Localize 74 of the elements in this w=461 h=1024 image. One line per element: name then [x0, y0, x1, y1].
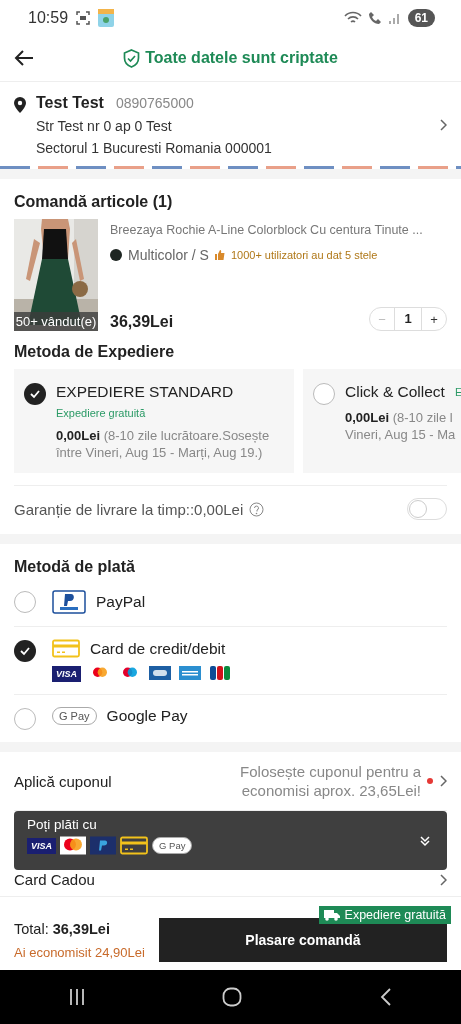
- checkmark-icon: [19, 645, 31, 657]
- recipient-name: Test Test: [36, 94, 104, 112]
- shipping-option[interactable]: EXPEDIERE STANDARD Expediere gratuită 0,00Lei (8-10 zile lucrătoare.Sosește între Vineri, Aug 15 - Marți, Aug 19.): [14, 369, 294, 473]
- screenshot-icon: [76, 10, 91, 25]
- chevron-right-icon: [439, 775, 447, 787]
- sold-count-badge: 50+ vândut(e): [14, 312, 98, 331]
- shipping-name: Click & Collect: [345, 383, 445, 401]
- shipping-tag: Expediere gratuită: [56, 407, 270, 419]
- back-arrow-icon[interactable]: [14, 49, 34, 67]
- cb-card-icon: [149, 666, 171, 680]
- back-icon[interactable]: [380, 988, 393, 1006]
- free-shipping-badge: Expediere gratuită: [318, 906, 451, 924]
- product-name[interactable]: Breezaya Rochie A-Line Colorblock Cu centura Tinute ...: [110, 223, 447, 237]
- chevron-right-icon: [439, 873, 447, 886]
- credit-card-icon: [52, 639, 80, 658]
- popup-title: Poți plăti cu: [27, 817, 98, 832]
- section-title: Metoda de Expediere: [14, 342, 176, 362]
- location-pin-icon: [14, 97, 26, 113]
- credit-card-icon: [120, 836, 148, 855]
- radio-button[interactable]: [24, 383, 46, 405]
- double-chevron-down-icon[interactable]: [419, 835, 431, 847]
- address-line: Sectorul 1 Bucuresti Romania 000001: [36, 140, 273, 156]
- radio-button[interactable]: [313, 383, 335, 405]
- amex-card-icon: [179, 666, 201, 680]
- increase-button[interactable]: +: [422, 311, 446, 327]
- gift-card-label[interactable]: Card Cadou: [14, 871, 95, 888]
- shipping-details: 0,00Lei (8-10 zile l Vineri, Aug 15 - Ma: [345, 409, 457, 443]
- app-notification-icon: [98, 8, 115, 27]
- coupon-label[interactable]: Aplică cuponul: [14, 772, 112, 790]
- thumbs-up-icon: [214, 250, 225, 260]
- home-icon[interactable]: [222, 987, 243, 1007]
- payment-method-name[interactable]: Google Pay: [106, 707, 188, 725]
- quantity-value: 1: [394, 308, 422, 330]
- recent-apps-icon[interactable]: [68, 988, 85, 1006]
- radio-button[interactable]: [14, 591, 36, 613]
- savings-note: Ai economisit 24,90Lei: [14, 944, 145, 960]
- battery-level: 61: [407, 8, 435, 27]
- shipping-name: EXPEDIERE STANDARD: [56, 383, 234, 401]
- payment-method-name[interactable]: PayPal: [96, 593, 146, 611]
- visa-logo: VISA: [27, 837, 56, 854]
- coupon-hint: Folosește cuponul pentru a economisi aprox. 23,65Lei!: [239, 762, 421, 800]
- section-title: Comandă articole (1): [14, 192, 174, 212]
- paypal-icon: [52, 590, 86, 614]
- shipping-tag: E: [454, 386, 461, 398]
- checkmark-icon: [29, 388, 41, 400]
- toggle-switch[interactable]: [407, 498, 447, 520]
- encryption-notice: Toate datele sunt criptate: [145, 49, 338, 67]
- truck-icon: [323, 909, 340, 921]
- phone-number: 0890765000: [115, 95, 194, 111]
- google-pay-logo: G Pay: [52, 707, 97, 725]
- section-title: Metodă de plată: [14, 557, 136, 577]
- radio-button[interactable]: [14, 640, 36, 662]
- visa-logo: VISA: [52, 666, 81, 682]
- delivery-guarantee-label: Garanție de livrare la timp::0,00Lei: [14, 500, 244, 518]
- product-variant[interactable]: Multicolor / S: [128, 247, 209, 263]
- mastercard-icon: [60, 836, 86, 855]
- radio-button[interactable]: [14, 708, 36, 730]
- address-line: Str Test nr 0 ap 0 Test: [36, 118, 173, 134]
- payment-method-name[interactable]: Card de credit/debit: [90, 639, 226, 658]
- wifi-icon: [343, 10, 362, 25]
- help-icon[interactable]: [249, 501, 265, 517]
- address-card[interactable]: Test Test 0890765000 Str Test nr 0 ap 0 Test Sectorul 1 Bucuresti Romania 000001: [0, 82, 461, 166]
- status-time: 10:59: [28, 8, 69, 27]
- product-price: 36,39Lei: [110, 313, 174, 331]
- chevron-right-icon: [439, 119, 447, 131]
- shipping-option[interactable]: Click & Collect E 0,00Lei (8-10 zile l Vineri, Aug 15 - Ma: [303, 369, 461, 473]
- google-pay-logo: G Pay: [152, 837, 193, 854]
- order-total: Total: 36,39Lei: [14, 920, 111, 937]
- shipping-details: 0,00Lei (8-10 zile lucrătoare.Sosește între Vineri, Aug 15 - Marți, Aug 19.): [56, 427, 270, 461]
- shield-check-icon: [123, 48, 141, 68]
- rating-note: 1000+ utilizatori au dat 5 stele: [230, 249, 378, 261]
- paypal-icon: [90, 836, 116, 855]
- call-icon: [367, 10, 382, 25]
- jcb-card-icon: [209, 666, 231, 680]
